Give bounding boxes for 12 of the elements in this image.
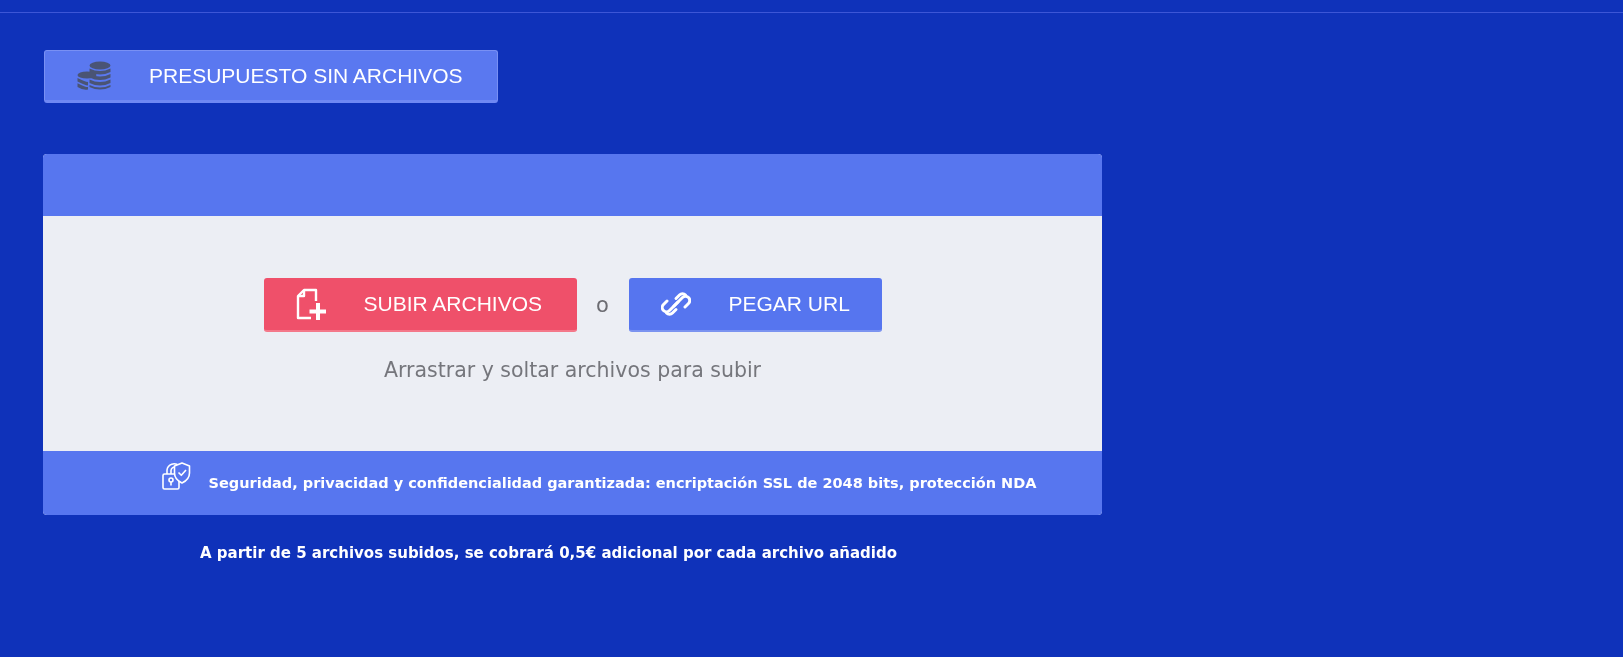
budget-without-files-button[interactable]: PRESUPUESTO SIN ARCHIVOS [44,50,498,103]
or-separator: o [595,293,610,317]
file-plus-icon [295,288,326,320]
extra-files-note: A partir de 5 archivos subidos, se cobrará 0,5€ adicional por cada archivo añadido [200,544,898,562]
drop-zone[interactable]: SUBIR ARCHIVOS o PEGAR URL Arrastrar y soltar archivos para subir [43,216,1102,451]
security-note: Seguridad, privacidad y confidencialidad garantizada: encriptación SSL de 2048 bits, protección NDA [208,475,1037,491]
link-icon [660,289,691,319]
upload-files-button[interactable]: SUBIR ARCHIVOS [263,278,577,332]
paste-url-button[interactable]: PEGAR URL [628,278,882,332]
shield-lock-icon [160,461,191,491]
drag-drop-hint: Arrastrar y soltar archivos para subir [383,358,762,382]
coins-icon [77,60,111,91]
